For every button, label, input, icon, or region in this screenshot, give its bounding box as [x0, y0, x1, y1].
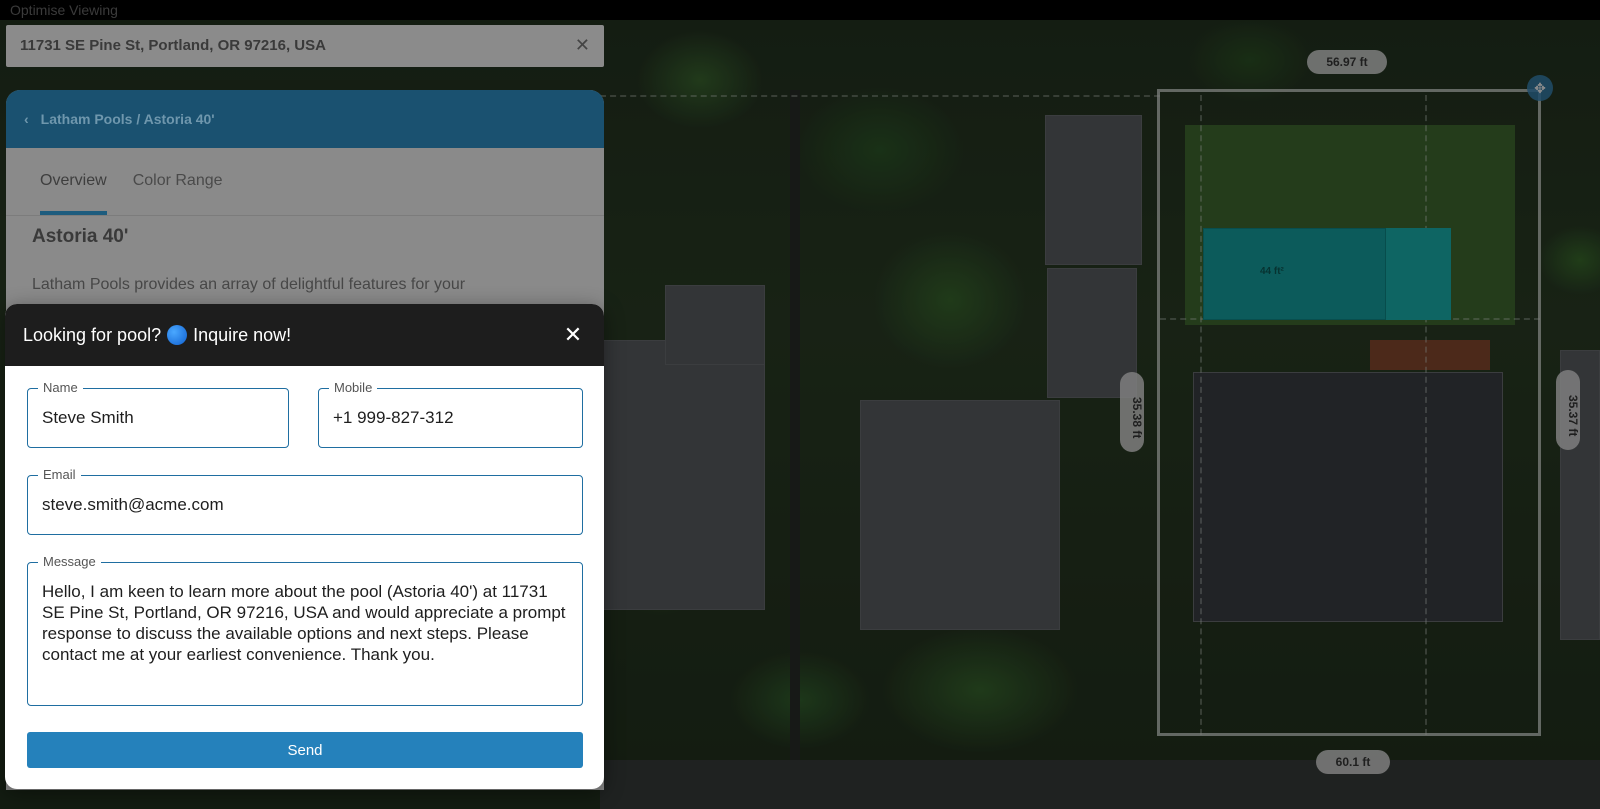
name-input[interactable]: [28, 389, 288, 447]
message-textarea[interactable]: Hello, I am keen to learn more about the…: [28, 563, 582, 705]
chevron-left-icon[interactable]: ‹: [24, 111, 29, 127]
send-button[interactable]: Send: [27, 732, 583, 768]
tab-color-range[interactable]: Color Range: [133, 172, 223, 215]
mobile-field[interactable]: Mobile: [318, 380, 583, 448]
top-strip: Optimise Viewing: [0, 0, 1600, 20]
dialog-header: Looking for pool? Inquire now! ✕: [5, 304, 604, 366]
dialog-title-suffix: Inquire now!: [193, 324, 292, 345]
panel-header: ‹ Latham Pools / Astoria 40': [6, 90, 604, 148]
message-field[interactable]: Message Hello, I am keen to learn more a…: [27, 554, 583, 706]
product-description: Latham Pools provides an array of deligh…: [32, 276, 466, 293]
dialog-title-prefix: Looking for pool?: [23, 324, 162, 345]
address-text: 11731 SE Pine St, Portland, OR 97216, US…: [20, 37, 326, 54]
email-input[interactable]: [28, 476, 582, 534]
tab-bar: Overview Color Range: [6, 148, 604, 216]
breadcrumb[interactable]: Latham Pools / Astoria 40': [41, 111, 215, 127]
product-title: Astoria 40': [32, 226, 129, 247]
name-label: Name: [38, 380, 83, 395]
optimise-viewing-label: Optimise Viewing: [10, 2, 118, 18]
blue-circle-icon: [167, 325, 188, 345]
message-label: Message: [38, 554, 101, 569]
close-dialog-button[interactable]: ✕: [560, 322, 586, 348]
inquiry-dialog: Looking for pool? Inquire now! ✕ Name Mo…: [5, 304, 604, 789]
email-label: Email: [38, 467, 81, 482]
mobile-label: Mobile: [329, 380, 378, 395]
mobile-input[interactable]: [319, 389, 582, 447]
address-search-bar[interactable]: 11731 SE Pine St, Portland, OR 97216, US…: [6, 25, 604, 67]
name-field[interactable]: Name: [27, 380, 289, 448]
email-field[interactable]: Email: [27, 467, 583, 535]
tab-overview[interactable]: Overview: [40, 172, 107, 215]
close-icon[interactable]: ✕: [575, 35, 590, 56]
dialog-title: Looking for pool? Inquire now!: [23, 325, 291, 346]
